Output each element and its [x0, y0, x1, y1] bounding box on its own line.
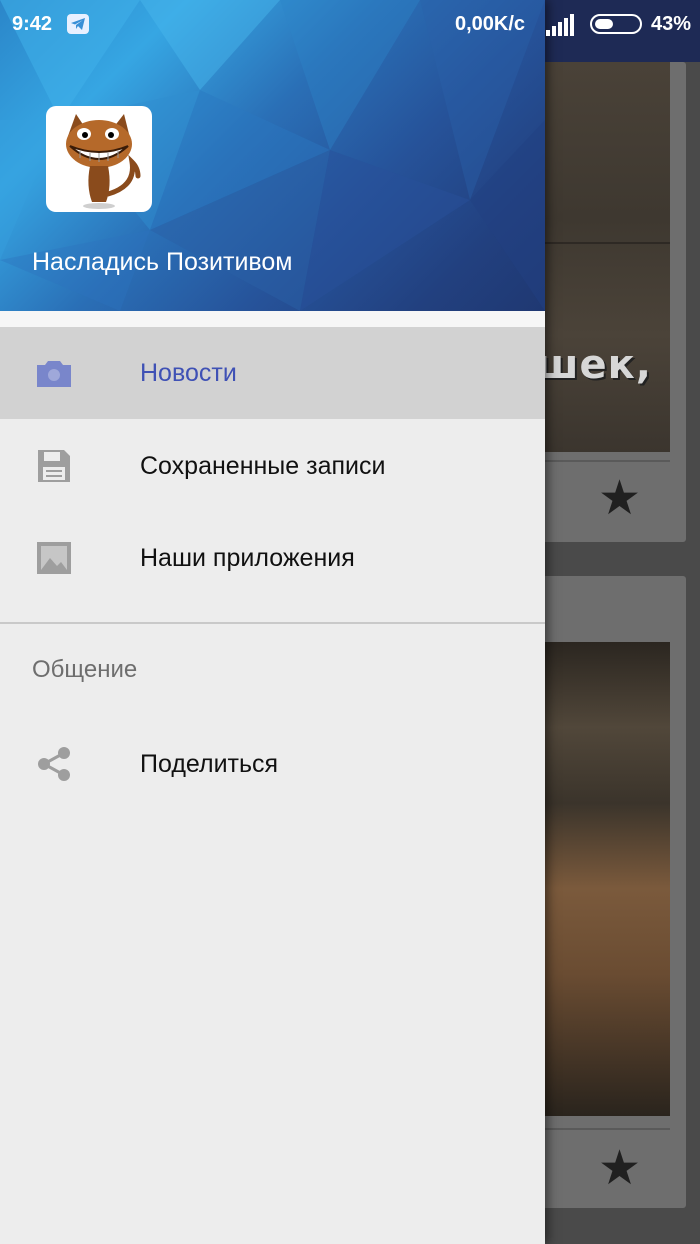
- nav-item-label: Сохраненные записи: [140, 452, 386, 480]
- battery-percent: 43%: [651, 13, 692, 35]
- feed-card[interactable]: шек, ★: [530, 62, 686, 542]
- battery-fill: [595, 19, 613, 29]
- app-name: Насладись Позитивом: [32, 248, 293, 276]
- app-logo-avatar: [46, 106, 152, 212]
- grinning-cat-logo: [66, 114, 141, 209]
- signal-icon: [546, 14, 578, 36]
- favorite-star-icon[interactable]: ★: [598, 474, 641, 522]
- section-title: Общение: [32, 656, 138, 683]
- feed-card[interactable]: ★: [530, 576, 686, 1208]
- share-icon: [34, 744, 74, 784]
- feed-card-image[interactable]: шек,: [530, 62, 670, 452]
- favorite-star-icon[interactable]: ★: [598, 1144, 641, 1192]
- image-crease: [530, 242, 670, 244]
- battery-icon: [590, 14, 642, 34]
- network-speed: 0,00K/c: [455, 13, 526, 35]
- nav-item-saved[interactable]: Сохраненные записи: [0, 420, 545, 512]
- nav-item-label: Поделиться: [140, 750, 279, 778]
- telegram-icon: [67, 14, 89, 34]
- section-divider: [0, 622, 545, 624]
- status-bar: 9:42 0,00K/c 43%: [0, 0, 700, 50]
- card-divider: [530, 1128, 670, 1130]
- feed-card-image[interactable]: [530, 642, 670, 1116]
- camera-icon: [34, 353, 74, 393]
- feed-card-caption: шек,: [536, 342, 652, 388]
- image-icon: [34, 538, 74, 578]
- header-spacer: [0, 311, 545, 327]
- save-icon: [34, 446, 74, 486]
- card-divider: [530, 460, 670, 462]
- nav-item-share[interactable]: Поделиться: [0, 718, 545, 810]
- nav-item-label: Новости: [140, 359, 237, 387]
- nav-item-our-apps[interactable]: Наши приложения: [0, 512, 545, 604]
- navigation-drawer: Насладись Позитивом Новости Сохраненные …: [0, 0, 545, 1244]
- nav-item-label: Наши приложения: [140, 544, 355, 572]
- status-time: 9:42: [12, 13, 53, 35]
- nav-item-news[interactable]: Новости: [0, 327, 545, 419]
